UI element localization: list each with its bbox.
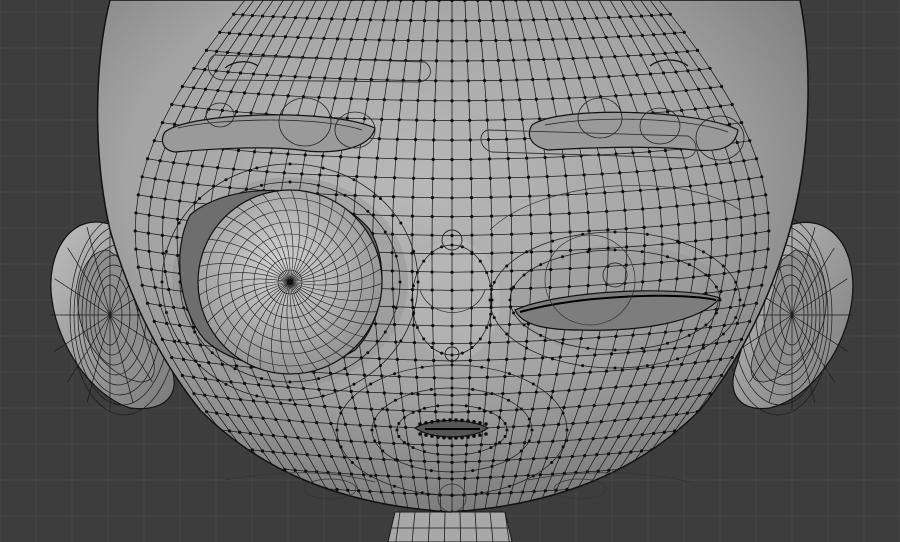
3d-viewport[interactable] <box>0 0 900 542</box>
neck-mesh <box>387 511 513 542</box>
viewport-canvas[interactable] <box>0 0 900 542</box>
